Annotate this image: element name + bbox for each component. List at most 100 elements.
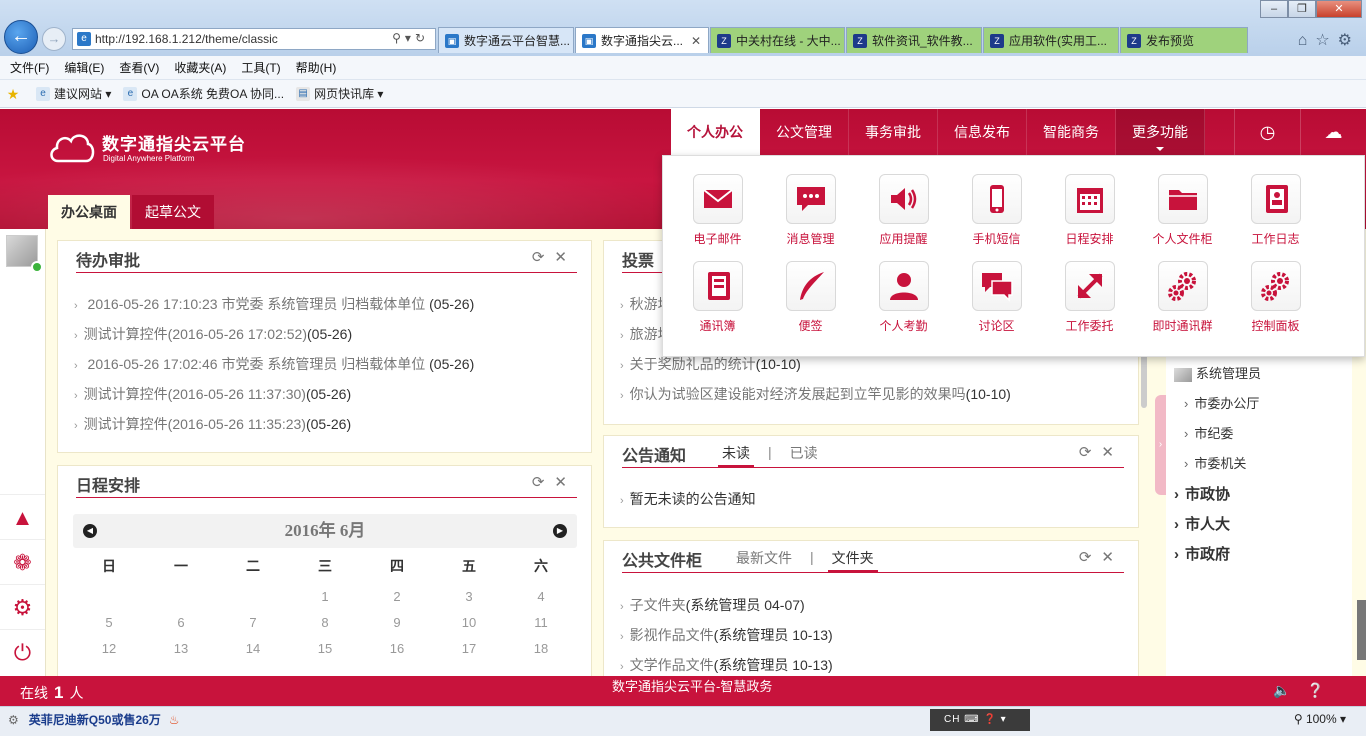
nav-tab[interactable]: 事务审批	[849, 109, 938, 155]
close-icon[interactable]: ✕	[554, 474, 577, 491]
tools-gear-icon[interactable]: ⚙	[1338, 32, 1360, 49]
menu-item[interactable]: 编辑(E)	[64, 59, 104, 76]
nav-tab[interactable]: 信息发布	[938, 109, 1027, 155]
phone-icon[interactable]	[971, 174, 1022, 224]
calendar-icon[interactable]	[1064, 174, 1115, 224]
close-icon[interactable]: ✕	[1101, 444, 1124, 461]
fav-oa-system[interactable]: e OA OA系统 免费OA 协同...	[123, 85, 284, 102]
zoom-level[interactable]: ⚲ 100% ▾	[1294, 712, 1346, 726]
nav-tab[interactable]: 更多功能	[1116, 109, 1205, 155]
nav-tab[interactable]: 个人办公	[671, 109, 760, 155]
tree-node[interactable]: › 市纪委	[1184, 423, 1233, 442]
list-item[interactable]: › 测试计算控件(2016-05-26 17:02:52)(05-26)	[74, 319, 581, 349]
prev-month-icon[interactable]: ◀	[83, 524, 97, 538]
menu-item[interactable]: 收藏夹(A)	[174, 59, 226, 76]
tree-node[interactable]: › 市委办公厅	[1184, 393, 1259, 412]
calendar-day[interactable]: 5	[73, 610, 145, 636]
address-bar[interactable]: e http://192.168.1.212/theme/classic ⚲▾↻	[72, 28, 436, 50]
tree-node[interactable]: › 市委机关	[1184, 453, 1246, 472]
speaker-icon[interactable]	[878, 174, 929, 224]
browser-tab[interactable]: ▣ 数字通云平台智慧...	[438, 27, 574, 53]
side-collapse-handle[interactable]: ›	[1155, 395, 1166, 495]
tab-unread[interactable]: 未读	[718, 436, 754, 468]
list-item[interactable]: › 2016-05-26 17:10:23 市党委 系统管理员 归档载体单位 (…	[74, 289, 581, 319]
gear-icon[interactable]: ⚙	[0, 584, 45, 629]
dropdown-item[interactable]: 日程安排	[1043, 174, 1136, 247]
gears-icon[interactable]	[1157, 261, 1208, 311]
folder-icon[interactable]	[1157, 174, 1208, 224]
person-icon[interactable]	[878, 261, 929, 311]
menu-item[interactable]: 查看(V)	[119, 59, 159, 76]
calendar-day[interactable]: 14	[217, 636, 289, 662]
dropdown-item[interactable]: 应用提醒	[857, 174, 950, 247]
dropdown-item[interactable]: 个人文件柜	[1136, 174, 1229, 247]
dropdown-item[interactable]: 电子邮件	[671, 174, 764, 247]
tab-folders[interactable]: 文件夹	[827, 541, 878, 573]
dropdown-item[interactable]: 工作委托	[1043, 261, 1136, 334]
dropdown-item[interactable]: 讨论区	[950, 261, 1043, 334]
calendar-day[interactable]: 10	[433, 610, 505, 636]
address-url[interactable]: http://192.168.1.212/theme/classic	[95, 32, 278, 46]
subtab[interactable]: 办公桌面	[48, 195, 130, 229]
address-controls[interactable]: ⚲▾↻	[392, 31, 429, 45]
volume-icon[interactable]: 🔈	[1273, 682, 1306, 698]
calendar-day[interactable]: 16	[361, 636, 433, 662]
contacts-icon[interactable]	[692, 261, 743, 311]
calendar-day[interactable]: 4	[505, 584, 577, 610]
home-icon[interactable]: ⌂	[1298, 32, 1316, 49]
browser-tab[interactable]: Z 中关村在线 - 大中...	[710, 27, 845, 53]
nav-tab[interactable]: 智能商务	[1027, 109, 1116, 155]
power-icon[interactable]: ⏻	[0, 629, 45, 674]
calendar-day[interactable]: 3	[433, 584, 505, 610]
list-item[interactable]: › 2016-05-26 17:02:46 市党委 系统管理员 归档载体单位 (…	[74, 349, 581, 379]
notebook-icon[interactable]	[1250, 174, 1301, 224]
tree-group[interactable]: › 市人大	[1174, 513, 1230, 534]
chat-icon[interactable]	[785, 174, 836, 224]
help-icon[interactable]: ❔	[1307, 682, 1340, 698]
discussion-icon[interactable]	[971, 261, 1022, 311]
dropdown-item[interactable]: 手机短信	[950, 174, 1043, 247]
menu-item[interactable]: 工具(T)	[241, 59, 280, 76]
menu-item[interactable]: 帮助(H)	[296, 59, 337, 76]
news-ticker[interactable]: ⚙ 英菲尼迪新Q50或售26万 ♨	[8, 711, 180, 728]
tree-user[interactable]: 系统管理员	[1174, 363, 1261, 382]
gears-icon[interactable]	[1250, 261, 1301, 311]
tree-group[interactable]: › 市政府	[1174, 543, 1230, 564]
minimize-button[interactable]: –	[1260, 0, 1288, 18]
dropdown-item[interactable]: 控制面板	[1229, 261, 1322, 334]
list-item[interactable]: › 子文件夹(系统管理员 04-07)	[620, 590, 1128, 620]
nav-tab[interactable]: 公文管理	[760, 109, 849, 155]
close-window-button[interactable]: ✕	[1316, 0, 1362, 18]
next-month-icon[interactable]: ▶	[553, 524, 567, 538]
close-icon[interactable]: ✕	[1101, 549, 1124, 566]
tree-group[interactable]: › 市政协	[1174, 483, 1230, 504]
forward-button[interactable]: →	[42, 27, 66, 51]
mail-icon[interactable]	[692, 174, 743, 224]
calendar-day[interactable]: 9	[361, 610, 433, 636]
dropdown-item[interactable]: 即时通讯群	[1136, 261, 1229, 334]
refresh-icon[interactable]: ⟳	[1079, 549, 1102, 566]
calendar-day[interactable]: 15	[289, 636, 361, 662]
expand-arrow-icon[interactable]	[1064, 261, 1115, 311]
menu-item[interactable]: 文件(F)	[10, 59, 49, 76]
refresh-icon[interactable]: ⟳	[1079, 444, 1102, 461]
favorites-star-icon[interactable]: ★	[6, 87, 24, 101]
calendar-day[interactable]: 17	[433, 636, 505, 662]
dropdown-item[interactable]: 通讯簿	[671, 261, 764, 334]
close-tab-icon[interactable]: ✕	[691, 34, 701, 48]
dropdown-item[interactable]: 消息管理	[764, 174, 857, 247]
browser-tab[interactable]: ▣ 数字通指尖云... ✕	[575, 27, 709, 53]
browser-tab[interactable]: Z 应用软件(实用工...	[983, 27, 1119, 53]
list-item[interactable]: › 你认为试验区建设能对经济发展起到立竿见影的效果吗(10-10)	[620, 379, 1128, 409]
clock-icon[interactable]: ◷	[1234, 109, 1300, 155]
calendar-day[interactable]: 7	[217, 610, 289, 636]
calendar-day[interactable]: 1	[289, 584, 361, 610]
subtab[interactable]: 起草公文	[132, 195, 214, 229]
fav-web-slice[interactable]: ▤ 网页快讯库 ▾	[296, 85, 383, 102]
close-icon[interactable]: ✕	[554, 249, 577, 266]
refresh-icon[interactable]: ⟳	[532, 474, 555, 491]
cloud-icon[interactable]: ☁	[1300, 109, 1366, 155]
dropdown-item[interactable]: 工作日志	[1229, 174, 1322, 247]
list-item[interactable]: › 暂无未读的公告通知	[620, 484, 1128, 514]
palette-icon[interactable]: ❁	[0, 539, 45, 584]
